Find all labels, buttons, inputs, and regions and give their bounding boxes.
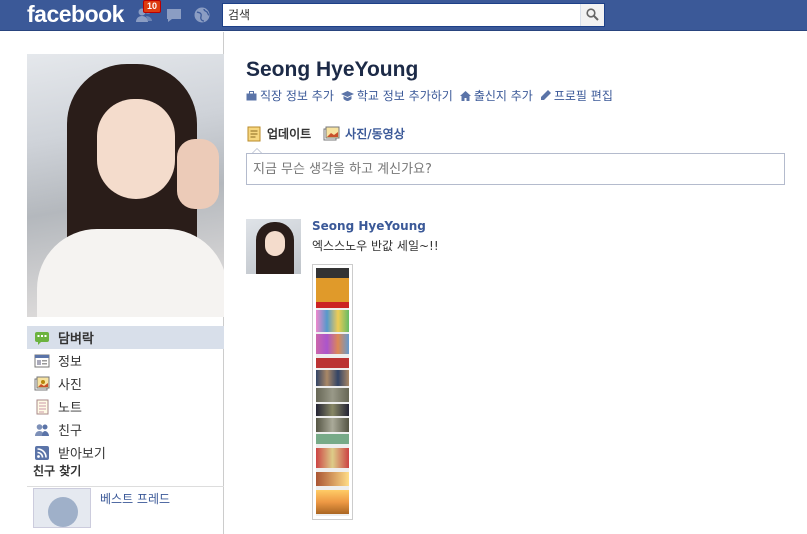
- facebook-logo[interactable]: facebook: [27, 1, 124, 28]
- pencil-icon: [540, 90, 551, 100]
- sidebar-item-subscriptions[interactable]: 받아보기: [27, 441, 224, 464]
- wall-icon: [34, 330, 50, 346]
- photo-video-icon: [323, 126, 340, 140]
- sidebar-item-wall[interactable]: 담벼락: [27, 326, 224, 349]
- sidebar-item-label: 받아보기: [58, 447, 106, 462]
- school-icon: [340, 90, 354, 101]
- sidebar-item-friends[interactable]: 친구: [27, 418, 224, 441]
- search-icon: [586, 8, 599, 21]
- search-button[interactable]: [580, 4, 604, 26]
- info-icon: [34, 353, 50, 369]
- left-column: 담벼락 정보 사진 노트 친구 받아보기: [0, 32, 224, 534]
- profile-picture[interactable]: [27, 54, 224, 317]
- edit-profile-link[interactable]: 프로필 편집: [540, 87, 613, 104]
- notification-count-badge: 10: [143, 0, 162, 13]
- find-friends-thumbnail[interactable]: [33, 488, 91, 528]
- notifications-globe-icon[interactable]: [192, 5, 212, 25]
- story-author-avatar[interactable]: [246, 219, 301, 274]
- sidebar-item-label: 사진: [58, 378, 82, 393]
- add-school-link[interactable]: 학교 정보 추가하기: [340, 87, 453, 104]
- tab-status-update[interactable]: 업데이트: [246, 125, 311, 142]
- profile-nav: 담벼락 정보 사진 노트 친구 받아보기: [27, 326, 224, 464]
- top-navigation-bar: facebook 10: [0, 0, 807, 31]
- find-friends-heading: 친구 찾기: [33, 464, 82, 478]
- status-composer: [246, 153, 785, 185]
- sidebar-item-label: 친구: [58, 424, 82, 439]
- tab-photo-video[interactable]: 사진/동영상: [323, 125, 405, 142]
- profile-info-links: 직장 정보 추가 학교 정보 추가하기 출신지 추가 프로필 편집: [246, 87, 620, 104]
- sidebar-item-notes[interactable]: 노트: [27, 395, 224, 418]
- sidebar-item-label: 정보: [58, 355, 82, 370]
- sidebar-item-photos[interactable]: 사진: [27, 372, 224, 395]
- find-friends-link[interactable]: 베스트 프레드: [100, 490, 170, 507]
- house-icon: [459, 90, 471, 101]
- briefcase-icon: [246, 90, 257, 100]
- story-text: 엑스스노우 반값 세일~!!: [312, 239, 439, 253]
- notes-icon: [34, 399, 50, 415]
- search-input[interactable]: [223, 4, 579, 26]
- story-attached-image[interactable]: [312, 264, 353, 520]
- sidebar-item-label: 담벼락: [58, 332, 94, 347]
- add-work-link[interactable]: 직장 정보 추가: [246, 87, 334, 104]
- composer-tabs: 업데이트 사진/동영상: [246, 125, 417, 142]
- friends-icon: [34, 422, 50, 438]
- divider: [27, 486, 224, 487]
- status-icon: [247, 126, 261, 141]
- search-box: [222, 3, 605, 27]
- rss-icon: [34, 445, 50, 461]
- messages-icon[interactable]: [164, 5, 184, 25]
- page-title: Seong HyeYoung: [246, 58, 419, 81]
- photos-icon: [34, 376, 50, 392]
- status-input[interactable]: [247, 154, 784, 184]
- add-hometown-link[interactable]: 출신지 추가: [459, 87, 533, 104]
- sidebar-item-info[interactable]: 정보: [27, 349, 224, 372]
- sidebar-item-label: 노트: [58, 401, 82, 416]
- story-author-name[interactable]: Seong HyeYoung: [312, 219, 426, 233]
